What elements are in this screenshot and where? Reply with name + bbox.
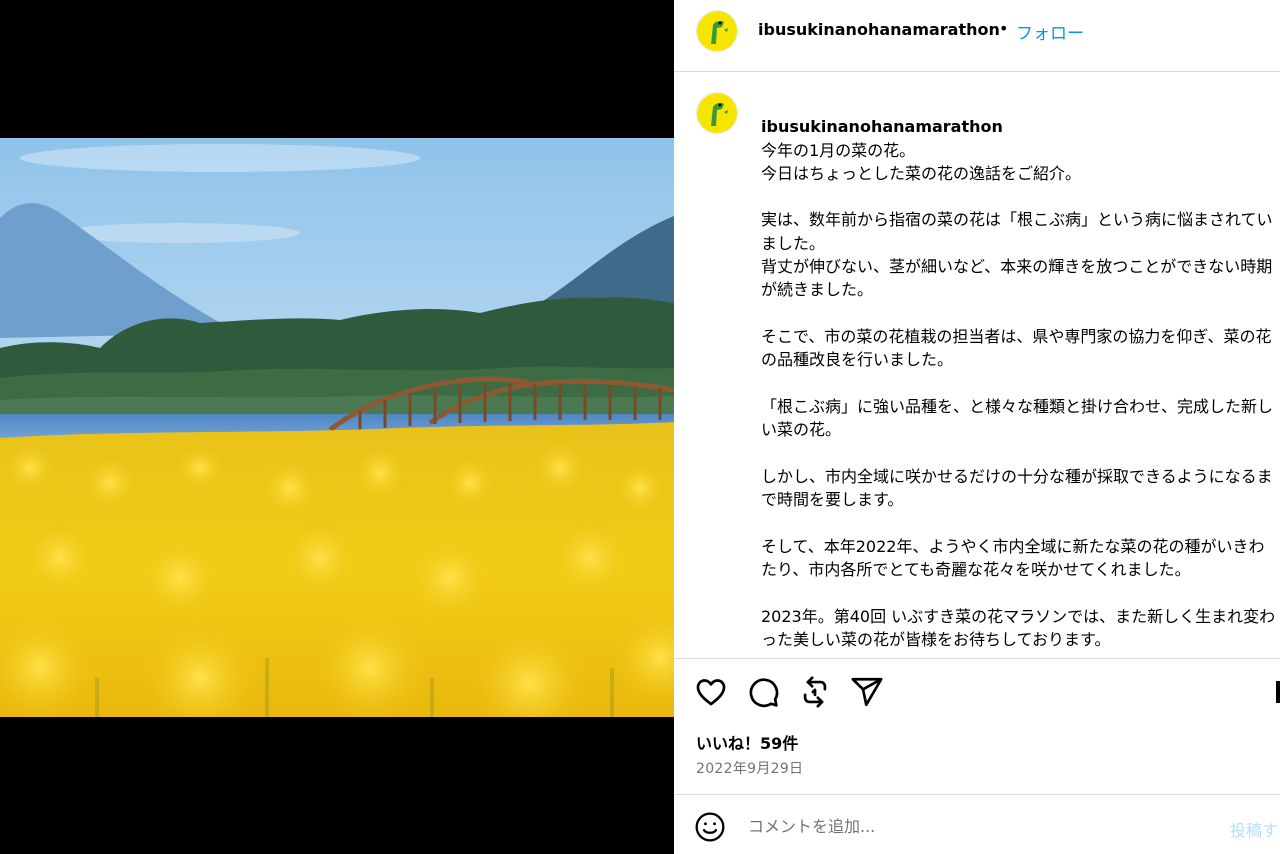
avatar[interactable] — [696, 10, 738, 52]
post-comment-button[interactable]: 投稿する — [1230, 817, 1280, 841]
caption-first-line: 今年の1月の菜の花。 — [761, 140, 916, 160]
post-media[interactable] — [0, 0, 674, 854]
emoji-icon[interactable] — [694, 811, 726, 843]
likes-count[interactable]: いいね！59件 — [696, 730, 798, 754]
caption-username[interactable]: ibusukinanohanamarathon — [761, 117, 1003, 136]
heart-icon[interactable] — [694, 675, 728, 709]
repost-icon[interactable] — [798, 675, 832, 709]
post-side-panel: ibusukinanohanamarathon • フォロー ibusukina… — [674, 0, 1280, 854]
caption-paragraph: そして、本年2022年、ようやく市内全域に新たな菜の花の種がいきわたり、市内各所… — [761, 536, 1265, 579]
frog-mascot-icon — [697, 93, 737, 133]
separator-dot: • — [999, 19, 1009, 38]
bookmark-icon[interactable] — [1276, 681, 1280, 703]
post-actions-section: いいね！59件 2022年9月29日 — [674, 658, 1280, 795]
comment-input[interactable] — [748, 813, 1218, 839]
caption-paragraph: しかし、市内全域に咲かせるだけの十分な種が採取できるようになるまで時間を要します… — [761, 466, 1273, 510]
post-header: ibusukinanohanamarathon • フォロー — [674, 0, 1280, 72]
comment-bar: 投稿する — [674, 794, 1280, 854]
rapeseed-field-image — [0, 138, 674, 717]
header-username[interactable]: ibusukinanohanamarathon — [758, 20, 1000, 39]
caption-paragraph: 2023年。第40回 いぶすき菜の花マラソンでは、また新しく生まれ変わった美しい… — [761, 606, 1276, 649]
caption-paragraph: 実は、数年前から指宿の菜の花は「根こぶ病」という病に悩まされていました。 背丈が… — [761, 210, 1273, 300]
comment-icon[interactable] — [746, 675, 780, 709]
post-caption: ibusukinanohanamarathon 今年の1月の菜の花。 今日はちょ… — [761, 92, 1280, 658]
post-photo — [0, 138, 674, 717]
share-icon[interactable] — [850, 675, 884, 709]
caption-paragraph: そこで、市の菜の花植栽の担当者は、県や専門家の協力を仰ぎ、菜の花の品種改良を行い… — [761, 326, 1272, 370]
caption-paragraph: 「根こぶ病」に強い品種を、と様々な種類と掛け合わせ、完成した新しい菜の花。 — [761, 396, 1274, 440]
caption-paragraph: 今日はちょっとした菜の花の逸話をご紹介。 — [761, 163, 1082, 183]
avatar[interactable] — [696, 92, 738, 134]
post-date[interactable]: 2022年9月29日 — [696, 758, 803, 778]
frog-mascot-icon — [697, 11, 737, 51]
caption-scroll-area[interactable]: ibusukinanohanamarathon 今年の1月の菜の花。 今日はちょ… — [674, 72, 1280, 658]
follow-button[interactable]: フォロー — [1016, 19, 1084, 44]
